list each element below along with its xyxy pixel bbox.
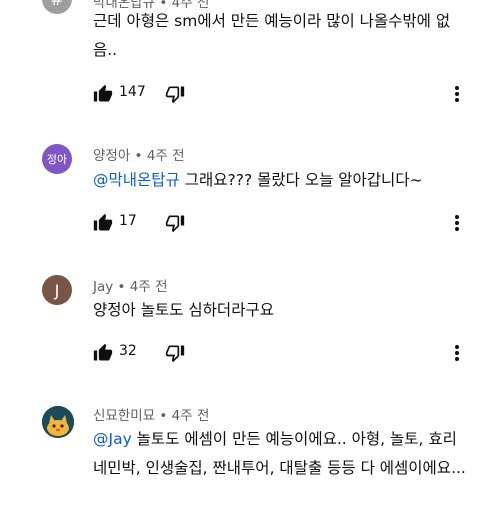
- more-vert-icon[interactable]: [447, 341, 467, 365]
- comment-body: 근데 아형은 sm에서 만든 예능이라 많이 나올수밖에 없음..: [93, 12, 451, 59]
- author-name[interactable]: 신묘한미묘: [93, 408, 155, 424]
- meta-separator: •: [113, 279, 130, 295]
- comment-actions: 17: [93, 211, 473, 235]
- like-count: 32: [119, 343, 137, 359]
- like-count: 147: [119, 84, 146, 100]
- cat-avatar-icon: [42, 406, 74, 438]
- author-name[interactable]: 양정아: [93, 148, 130, 164]
- comment-body: 양정아 놀토도 심하더라구요: [93, 301, 274, 319]
- avatar-initials: #: [50, 0, 63, 9]
- comment-age[interactable]: 4주 전: [147, 148, 185, 164]
- comment-text: @Jay 놀토도 에셈이 만든 예능이에요.. 아형, 놀토, 효리네민박, 인…: [93, 425, 468, 483]
- thumb-up-icon[interactable]: [93, 343, 113, 363]
- comment-body: 놀토도 에셈이 만든 예능이에요.. 아형, 놀토, 효리네민박, 인생술집, …: [93, 430, 466, 477]
- thumb-up-icon[interactable]: [93, 84, 113, 104]
- thumb-down-icon[interactable]: [165, 343, 185, 363]
- thumb-up-icon[interactable]: [93, 213, 113, 233]
- comment-age[interactable]: 4주 전: [130, 279, 168, 295]
- thumb-down-icon[interactable]: [165, 84, 185, 104]
- avatar[interactable]: [42, 406, 74, 438]
- comment-meta: 양정아 • 4주 전: [93, 144, 185, 164]
- comment-text: 양정아 놀토도 심하더라구요: [93, 296, 468, 325]
- comment-text: 근데 아형은 sm에서 만든 예능이라 많이 나올수밖에 없음..: [93, 7, 468, 65]
- like-count: 17: [119, 213, 137, 229]
- avatar[interactable]: J: [42, 275, 72, 305]
- comment-age[interactable]: 4주 전: [172, 408, 210, 424]
- comment-actions: 147: [93, 82, 473, 106]
- meta-separator: •: [155, 408, 172, 424]
- avatar[interactable]: 정아: [42, 144, 72, 174]
- author-name[interactable]: Jay: [93, 279, 113, 295]
- comment-meta: 신묘한미묘 • 4주 전: [93, 404, 209, 424]
- more-vert-icon[interactable]: [447, 211, 467, 235]
- comment-meta: Jay • 4주 전: [93, 275, 168, 295]
- meta-separator: •: [130, 148, 147, 164]
- comment-text: @막내온탑규 그래요??? 몰랐다 오늘 알아갑니다~: [93, 166, 468, 195]
- avatar-initials: J: [54, 280, 60, 300]
- mention-link[interactable]: @막내온탑규: [93, 171, 180, 189]
- more-vert-icon[interactable]: [447, 82, 467, 106]
- comment-actions: 32: [93, 341, 473, 365]
- mention-link[interactable]: @Jay: [93, 430, 132, 448]
- thumb-down-icon[interactable]: [165, 213, 185, 233]
- avatar[interactable]: #: [42, 0, 72, 14]
- comment-body: 그래요??? 몰랐다 오늘 알아갑니다~: [179, 171, 423, 189]
- avatar-initials: 정아: [46, 153, 68, 166]
